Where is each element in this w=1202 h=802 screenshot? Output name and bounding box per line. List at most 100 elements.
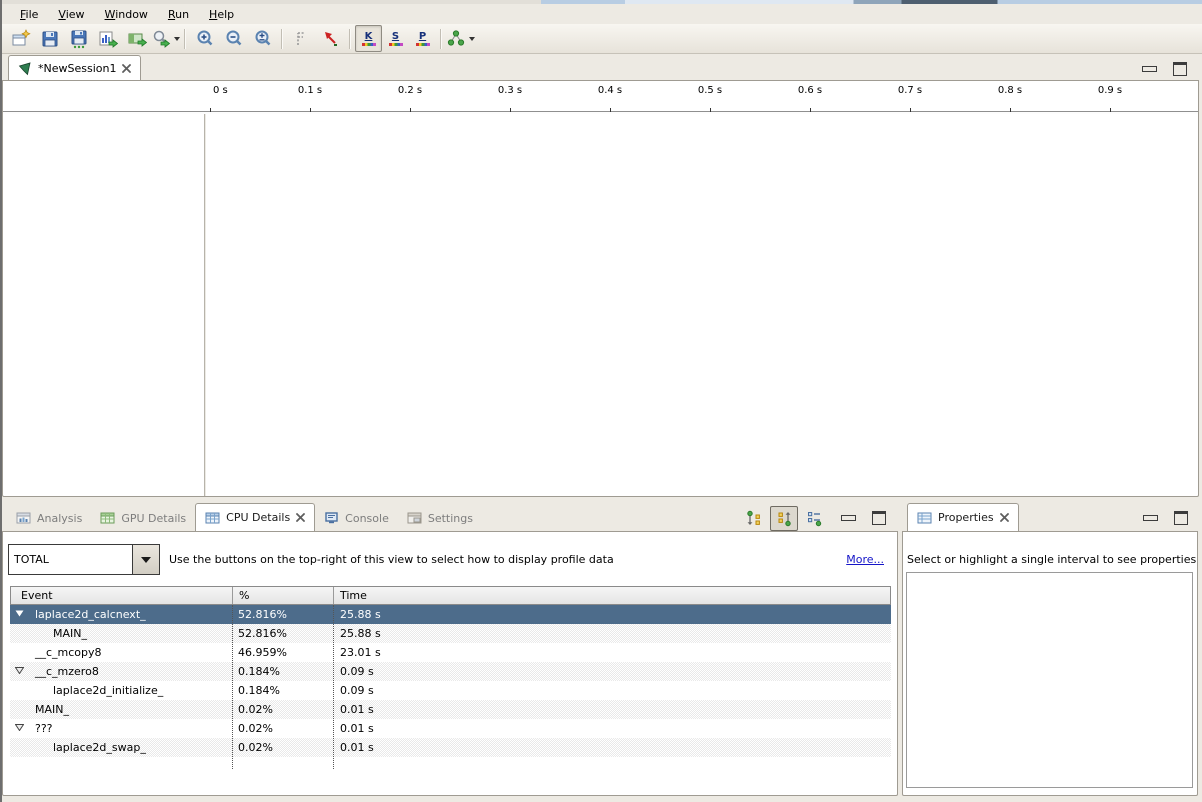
tab-gpu-details-label: GPU Details xyxy=(121,512,186,525)
session-tab[interactable]: *NewSession1 xyxy=(8,55,141,81)
new-session-button[interactable] xyxy=(6,25,35,52)
timeline-icon xyxy=(127,29,147,49)
tab-settings[interactable]: Settings xyxy=(398,505,482,531)
expand-triangle-icon[interactable] xyxy=(15,724,24,731)
gpu-details-tab-icon xyxy=(100,512,115,524)
table-row[interactable]: laplace2d_swap_0.02%0.01 s xyxy=(10,738,891,757)
ruler-tick xyxy=(810,108,811,112)
previous-marker-button[interactable] xyxy=(287,25,316,52)
minimize-icon[interactable] xyxy=(1142,66,1157,72)
table-row[interactable]: ???0.02%0.01 s xyxy=(10,719,891,738)
profile-application-button[interactable] xyxy=(93,25,122,52)
cpu-events-table: Event % Time laplace2d_calcnext_52.816%2… xyxy=(10,586,891,769)
ruler-tick xyxy=(710,108,711,112)
tab-analysis[interactable]: Analysis xyxy=(7,505,91,531)
column-divider[interactable] xyxy=(232,605,233,769)
profile-scope-dropdown[interactable]: TOTAL xyxy=(8,544,160,575)
flat-view-button[interactable] xyxy=(800,506,828,531)
save-as-button[interactable] xyxy=(64,25,93,52)
column-divider[interactable] xyxy=(333,605,334,769)
analysis-tree-button[interactable] xyxy=(446,25,475,52)
zoom-fit-icon xyxy=(253,29,273,49)
examine-button[interactable] xyxy=(151,25,180,52)
zoom-in-icon xyxy=(195,29,215,49)
timeline-ruler[interactable]: 0 s0.1 s0.2 s0.3 s0.4 s0.5 s0.6 s0.7 s0.… xyxy=(3,81,1198,114)
analysis-tree-dropdown-caret[interactable] xyxy=(469,37,475,41)
event-name: ??? xyxy=(35,722,53,735)
table-row[interactable]: __c_mcopy846.959%23.01 s xyxy=(10,643,891,662)
ruler-tick xyxy=(410,108,411,112)
callees-view-icon xyxy=(776,510,793,527)
menu-window[interactable]: Window xyxy=(95,6,158,23)
tab-console[interactable]: Console xyxy=(315,505,398,531)
event-name: __c_mzero8 xyxy=(35,665,99,678)
save-button[interactable] xyxy=(35,25,64,52)
menu-help[interactable]: Help xyxy=(199,6,244,23)
expand-triangle-icon[interactable] xyxy=(15,667,24,674)
ruler-tick xyxy=(210,108,211,112)
maximize-icon[interactable] xyxy=(872,511,886,525)
table-row[interactable]: laplace2d_initialize_0.184%0.09 s xyxy=(10,681,891,700)
process-toggle-label: P xyxy=(419,32,426,42)
menu-view[interactable]: View xyxy=(48,6,94,23)
maximize-icon[interactable] xyxy=(1174,511,1188,525)
tab-gpu-details[interactable]: GPU Details xyxy=(91,505,195,531)
tab-properties[interactable]: Properties xyxy=(907,503,1019,531)
ruler-tick xyxy=(610,108,611,112)
show-timeline-button[interactable] xyxy=(122,25,151,52)
flat-view-icon xyxy=(806,510,823,527)
event-time: 0.09 s xyxy=(333,665,891,678)
reset-marker-button[interactable] xyxy=(316,25,345,52)
save-icon xyxy=(40,29,60,49)
stream-toggle-label: S xyxy=(392,32,399,42)
tree-graph-icon xyxy=(446,29,466,49)
row-names-divider[interactable] xyxy=(204,114,206,496)
column-header-event[interactable]: Event xyxy=(11,587,233,604)
table-header[interactable]: Event % Time xyxy=(10,586,891,605)
cpu-table-body: laplace2d_calcnext_52.816%25.88 sMAIN_52… xyxy=(10,605,891,757)
process-toggle-button[interactable]: P xyxy=(409,25,436,52)
examine-dropdown-caret[interactable] xyxy=(174,37,180,41)
zoom-in-button[interactable] xyxy=(190,25,219,52)
event-name: __c_mcopy8 xyxy=(35,646,102,659)
table-row[interactable]: laplace2d_calcnext_52.816%25.88 s xyxy=(10,605,891,624)
minimize-icon[interactable] xyxy=(841,515,856,521)
tab-cpu-details[interactable]: CPU Details xyxy=(195,503,315,531)
minimize-icon[interactable] xyxy=(1143,515,1158,521)
tab-cpu-details-close-icon[interactable] xyxy=(296,513,305,522)
ruler-tick-label: 0.8 s xyxy=(998,85,1022,96)
event-time: 0.09 s xyxy=(333,684,891,697)
kernel-toggle-button[interactable]: K xyxy=(355,25,382,52)
timeline-canvas[interactable]: 0 s0.1 s0.2 s0.3 s0.4 s0.5 s0.6 s0.7 s0.… xyxy=(2,80,1199,497)
callers-view-button[interactable] xyxy=(740,506,768,531)
toolbar-separator xyxy=(184,29,186,49)
table-row[interactable]: MAIN_0.02%0.01 s xyxy=(10,700,891,719)
more-link[interactable]: More... xyxy=(846,553,884,566)
properties-body: Select or highlight a single interval to… xyxy=(902,531,1198,796)
chevron-down-icon xyxy=(141,557,151,563)
table-row[interactable]: MAIN_52.816%25.88 s xyxy=(10,624,891,643)
tab-properties-close-icon[interactable] xyxy=(1000,513,1009,522)
maximize-icon[interactable] xyxy=(1173,62,1187,76)
menu-run[interactable]: Run xyxy=(158,6,199,23)
table-row[interactable]: __c_mzero80.184%0.09 s xyxy=(10,662,891,681)
dropdown-arrow-button[interactable] xyxy=(132,545,159,574)
stream-toggle-button[interactable]: S xyxy=(382,25,409,52)
ruler-tick xyxy=(1010,108,1011,112)
toolbar-separator xyxy=(440,29,442,49)
event-percent: 52.816% xyxy=(232,608,333,621)
event-time: 0.01 s xyxy=(333,703,891,716)
expand-triangle-icon[interactable] xyxy=(15,610,24,617)
settings-tab-icon xyxy=(407,512,422,524)
session-icon xyxy=(18,62,32,76)
zoom-fit-button[interactable] xyxy=(248,25,277,52)
session-tab-close-icon[interactable] xyxy=(122,64,131,73)
callees-view-button[interactable] xyxy=(770,506,798,531)
event-percent: 0.02% xyxy=(232,703,333,716)
process-color-stripe xyxy=(416,43,430,46)
column-header-time[interactable]: Time xyxy=(334,587,890,604)
profile-chart-icon xyxy=(98,29,118,49)
column-header-percent[interactable]: % xyxy=(233,587,334,604)
zoom-out-button[interactable] xyxy=(219,25,248,52)
menu-file[interactable]: File xyxy=(10,6,48,23)
